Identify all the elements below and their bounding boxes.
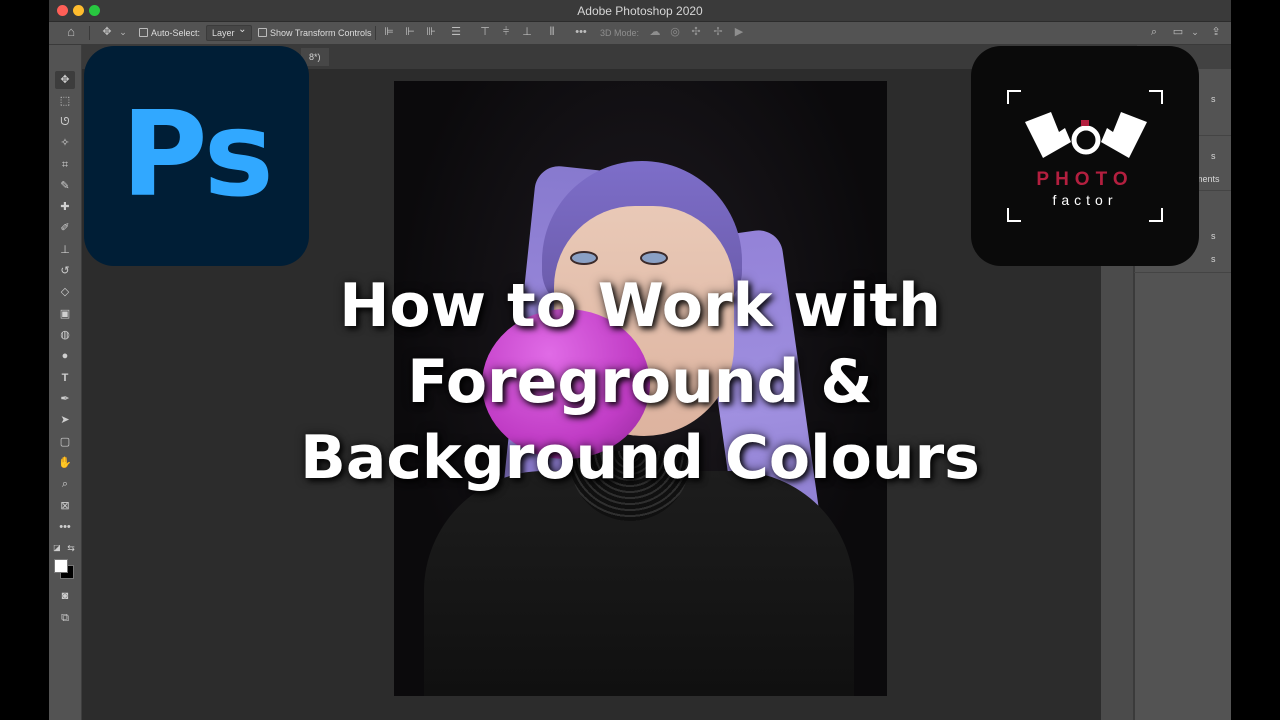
auto-select-check[interactable] [139,28,148,37]
panel-label[interactable]: s [1211,254,1216,264]
options-bar: ⌂ ✥ ⌄ Auto-Select: Layer Show Transform … [49,22,1231,45]
move-tool-icon[interactable]: ✥ [101,26,113,38]
workspace-chevron-icon[interactable]: ⌄ [1189,26,1201,38]
screen-mode-icon[interactable]: ⧉ [55,609,75,627]
3d-orbit-icon[interactable]: ☁ [649,26,661,38]
distribute-icon[interactable]: ☰ [450,26,462,38]
3d-roll-icon[interactable]: ◎ [669,26,681,38]
align-middle-icon[interactable]: ⫩ [500,26,512,38]
3d-slide-icon[interactable]: ✢ [712,26,724,38]
search-icon[interactable]: ⌕ [1148,26,1160,38]
home-icon[interactable]: ⌂ [65,25,77,38]
3d-pan-icon[interactable]: ✣ [690,26,702,38]
brush-tool-icon[interactable]: ✐ [55,219,75,237]
crop-tool-icon[interactable]: ⌗ [55,156,75,174]
photofactor-logo: PHOTO factor [971,46,1199,266]
photofactor-line1: PHOTO [1036,169,1134,190]
frame-tool-icon[interactable]: ⊠ [55,497,75,515]
magic-wand-tool-icon[interactable]: ✧ [55,134,75,152]
headline-line-3: Background Colours [300,423,980,493]
show-transform-controls-checkbox[interactable]: Show Transform Controls [258,26,372,40]
share-icon[interactable]: ⇪ [1210,26,1222,38]
chevron-down-icon[interactable]: ⌄ [117,26,129,38]
swap-colors-icon[interactable]: ⇆ [65,539,77,557]
panel-label[interactable]: s [1211,151,1216,161]
auto-select-label: Auto-Select: [151,28,201,38]
photoshop-logo-letters: Ps [121,85,274,223]
quick-mask-icon[interactable]: ◙ [55,587,75,605]
headline-line-2: Foreground & [407,347,873,417]
clone-stamp-tool-icon[interactable]: ⊥ [55,241,75,259]
photoshop-logo: Ps [84,46,309,266]
default-colors-icon[interactable]: ◪ [51,539,63,557]
eyedropper-tool-icon[interactable]: ✎ [55,177,75,195]
distribute-vertical-icon[interactable]: ⦀ [546,26,558,38]
3d-camera-icon[interactable]: ▶ [733,26,745,38]
align-right-icon[interactable]: ⊪ [425,26,437,38]
window-title: Adobe Photoshop 2020 [577,4,703,18]
move-tool-icon[interactable]: ✥ [55,71,75,89]
align-bottom-icon[interactable]: ⊥ [521,26,533,38]
camera-hands-icon [1025,112,1147,158]
marquee-tool-icon[interactable]: ⬚ [55,92,75,110]
more-options-icon[interactable]: ••• [575,26,587,38]
headline-line-1: How to Work with [339,271,941,341]
transform-check[interactable] [258,28,267,37]
align-top-icon[interactable]: ⊤ [479,26,491,38]
panel-label[interactable]: s [1211,231,1216,241]
lasso-tool-icon[interactable]: ᘎ [55,113,75,131]
healing-brush-tool-icon[interactable]: ✚ [55,198,75,216]
workspace-icon[interactable]: ▭ [1172,26,1184,38]
photofactor-line2: factor [1052,192,1118,208]
transform-label: Show Transform Controls [270,28,372,38]
align-left-icon[interactable]: ⊫ [383,26,395,38]
3d-mode-label: 3D Mode: [600,28,640,38]
foreground-color-swatch[interactable] [54,559,68,573]
video-headline: How to Work with Foreground & Background… [0,268,1280,496]
auto-select-checkbox[interactable]: Auto-Select: [139,26,200,40]
align-center-icon[interactable]: ⊩ [404,26,416,38]
more-tools-icon[interactable]: ••• [55,518,75,536]
title-bar: Adobe Photoshop 2020 [49,0,1231,22]
auto-select-dropdown[interactable]: Layer [206,23,252,41]
panel-label[interactable]: s [1211,94,1216,104]
